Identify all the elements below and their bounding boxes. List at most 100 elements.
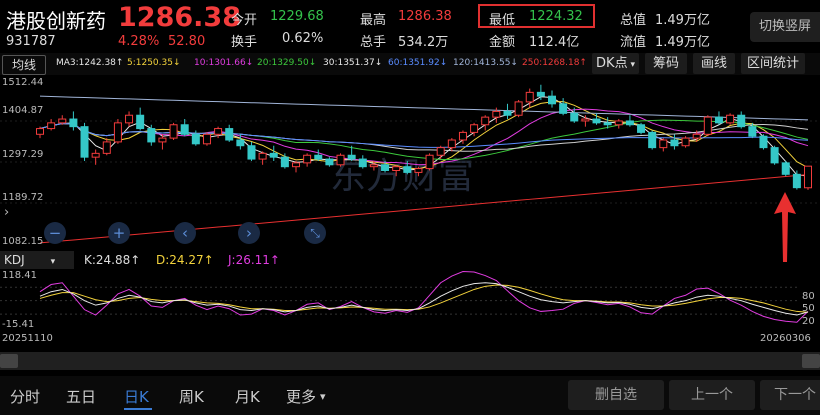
open-value: 1229.68 (270, 9, 324, 24)
ma5-value: 5:1250.35↓ (127, 58, 181, 68)
tab-intraday[interactable]: 分时 (10, 386, 40, 407)
zoom-in-icon[interactable]: + (108, 222, 130, 244)
candle-body (614, 120, 623, 126)
change-amount: 52.80 (168, 34, 206, 49)
candle-body (36, 128, 44, 135)
candle-body (336, 154, 345, 166)
candle-body (169, 124, 178, 139)
candle-body (436, 147, 445, 156)
collapse-icon[interactable]: ⤡ (304, 222, 326, 244)
scroll-handle-right[interactable] (802, 354, 820, 368)
candle-body (458, 131, 467, 141)
tab-monthly-k[interactable]: 月K (235, 386, 260, 407)
remove-watchlist-button[interactable]: 删自选 (568, 380, 664, 410)
candle-body (125, 114, 134, 124)
candle-body (102, 141, 111, 154)
zoom-out-icon[interactable]: − (44, 222, 66, 244)
scroll-handle-left[interactable] (0, 354, 18, 368)
range-stats-button[interactable]: 区间统计 (741, 53, 805, 74)
stock-name: 港股创新药 (6, 9, 106, 33)
time-scrollbar[interactable] (0, 352, 820, 370)
price-axis-3: 1297.29 (2, 149, 44, 160)
candle-body (714, 116, 723, 124)
candle-body (258, 152, 267, 160)
candle-body (191, 133, 200, 145)
kdj-d-value: D:24.27↑ (156, 253, 214, 267)
tab-more[interactable]: 更多 (286, 386, 316, 407)
end-date: 20260306 (760, 333, 811, 344)
kdj-indicator-button[interactable]: KDJ ▾ (0, 251, 74, 269)
price-axis-4: 1189.72 (2, 192, 44, 203)
change-percent: 4.28% (118, 34, 160, 49)
ma120-line (39, 95, 809, 121)
draw-line-button[interactable]: 画线 (693, 53, 735, 74)
price-axis-2: 1404.87 (2, 105, 44, 116)
dropdown-icon: ▾ (50, 257, 56, 267)
next-button[interactable]: 下一个 (760, 380, 820, 410)
candle-body (358, 158, 367, 168)
last-price: 1286.38 (118, 2, 241, 33)
candle-body (581, 118, 590, 122)
kdj-axis-80: 80 (802, 291, 815, 302)
kdj-chart[interactable] (0, 268, 820, 332)
candle-body (314, 154, 323, 160)
tab-daily-k[interactable]: 日K (124, 386, 149, 407)
candle-body (47, 122, 56, 130)
candle-body (158, 137, 167, 143)
candle-body (80, 126, 89, 158)
kdj-axis-top: 118.41 (2, 270, 37, 281)
low-label: 最低 (489, 13, 516, 28)
pan-right-icon[interactable]: › (238, 222, 260, 244)
candle-body (392, 166, 401, 171)
candle-body (603, 122, 612, 126)
chips-button[interactable]: 筹码 (645, 53, 687, 74)
ma30-value: 30:1351.37↓ (323, 58, 383, 68)
candle-body (303, 154, 312, 164)
candle-body (369, 164, 378, 168)
previous-button[interactable]: 上一个 (669, 380, 755, 410)
dk-point-button[interactable]: DK点 ▾ (592, 53, 639, 74)
candle-body (292, 162, 300, 168)
candle-body (804, 165, 812, 189)
candle-body (481, 116, 490, 126)
candle-body (325, 158, 334, 166)
chevron-right-icon[interactable]: › (4, 205, 9, 220)
candle-body (536, 91, 545, 97)
tab-weekly-k[interactable]: 周K (179, 386, 204, 407)
candle-body (269, 152, 278, 158)
candle-body (414, 168, 423, 173)
high-value: 1286.38 (398, 9, 452, 24)
volume-label: 总手 (360, 35, 387, 50)
tab-five-day[interactable]: 五日 (66, 386, 96, 407)
kdj-axis-50: 50 (802, 303, 815, 314)
candle-body (470, 124, 479, 133)
kdj-axis-bottom: -15.41 (2, 319, 35, 330)
low-value: 1224.32 (529, 9, 583, 24)
candle-body (748, 126, 757, 137)
candle-body (91, 152, 100, 158)
candle-body (670, 139, 679, 147)
turnover-value: 0.62% (282, 31, 324, 46)
ma20-value: 20:1329.50↓ (257, 58, 317, 68)
candle-body (648, 131, 657, 149)
open-label: 今开 (231, 13, 258, 28)
ma-button[interactable]: 均线 (2, 55, 46, 75)
candle-body (703, 116, 712, 135)
pan-left-icon[interactable]: ‹ (174, 222, 196, 244)
switch-portrait-button[interactable]: 切换竖屏 (750, 12, 820, 42)
kdj-axis-20: 20 (802, 316, 815, 327)
candle-body (236, 139, 245, 147)
candle-body (202, 133, 211, 145)
candle-body (770, 147, 779, 164)
total-cap-value: 1.49万亿 (655, 13, 710, 28)
ma120-value: 120:1413.55↓ (453, 58, 518, 68)
turnover-label: 换手 (231, 35, 258, 50)
price-axis-5: 1082.15 (2, 236, 44, 247)
more-dropdown-icon[interactable]: ▾ (320, 390, 326, 403)
candle-body (525, 91, 534, 103)
candle-body (425, 154, 434, 170)
candle-body (548, 95, 556, 105)
start-date: 20251110 (2, 333, 53, 344)
ma250-value: 250:1268.18↑ (522, 58, 587, 68)
active-tab-indicator (124, 408, 152, 410)
